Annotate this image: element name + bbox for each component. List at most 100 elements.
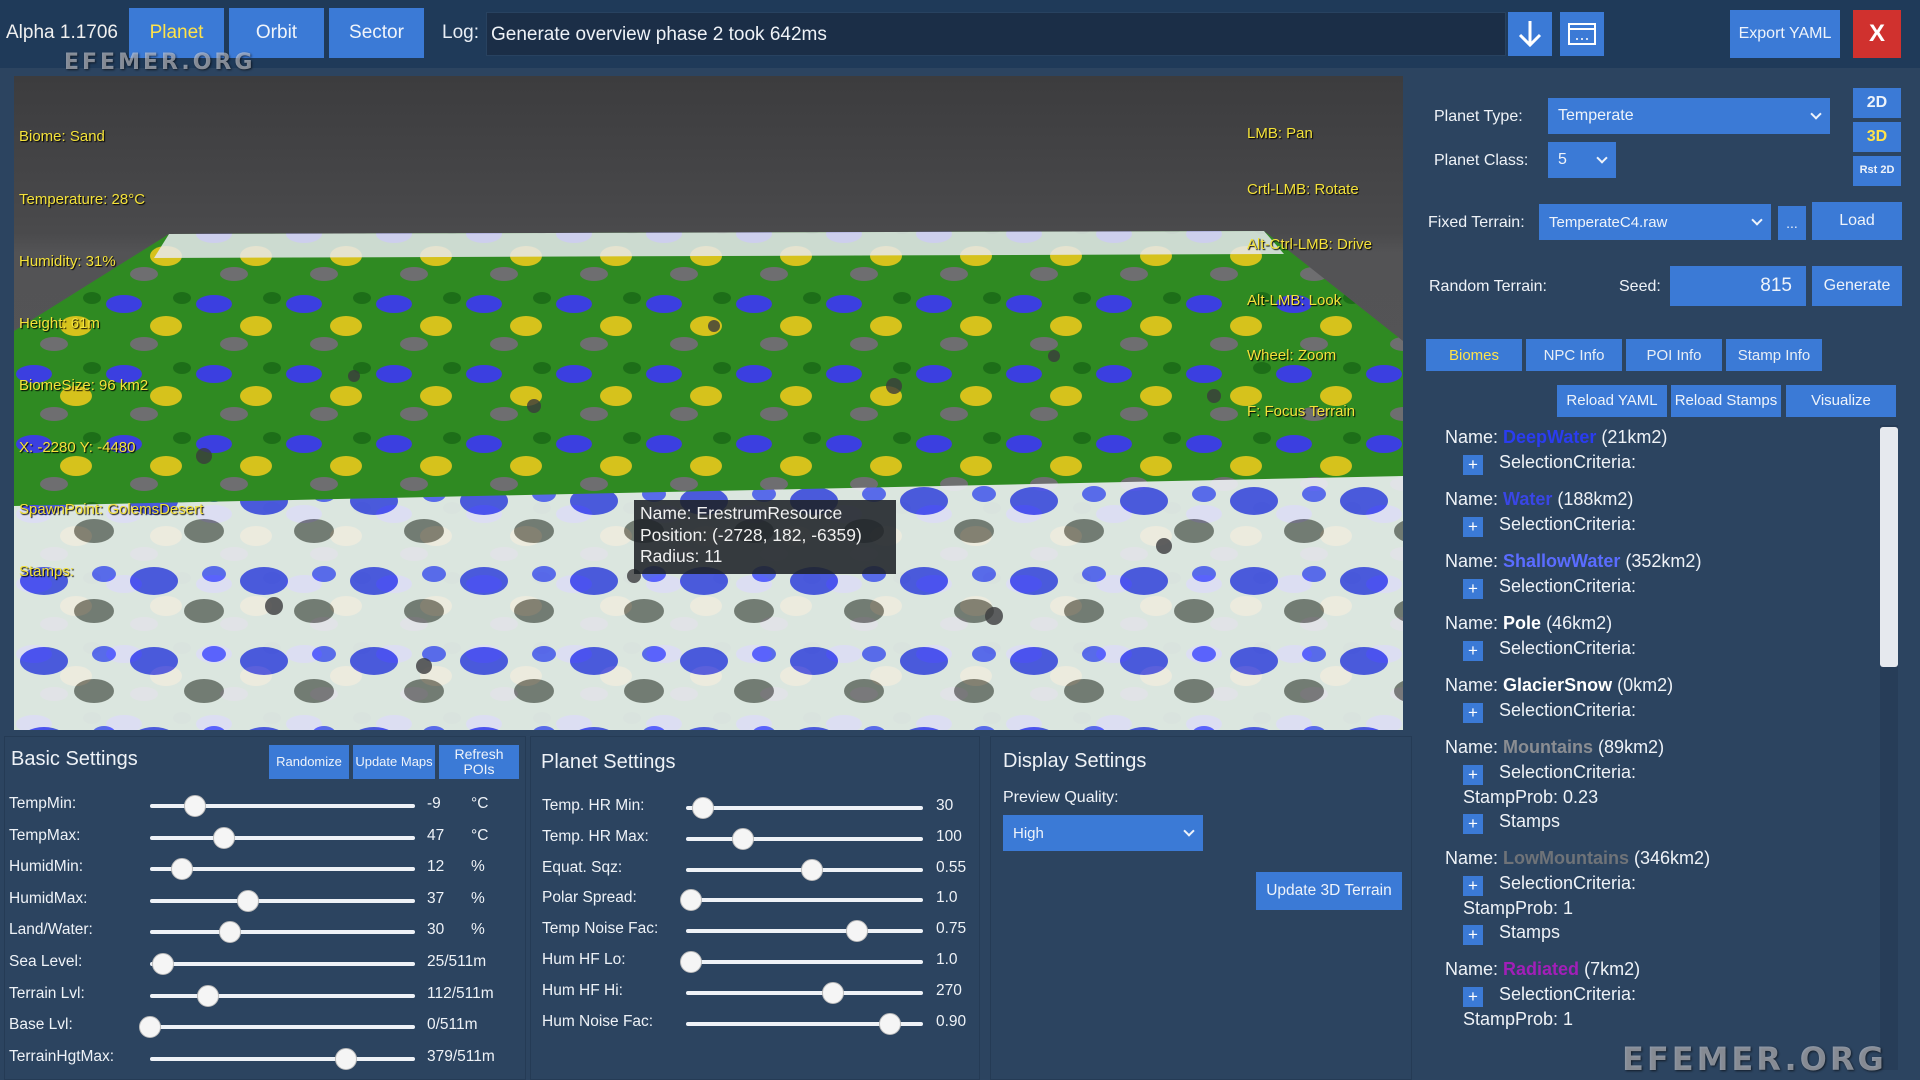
scrollbar-thumb[interactable] [1880, 427, 1898, 667]
generate-button[interactable]: Generate [1812, 266, 1902, 306]
slider-track[interactable] [150, 858, 415, 881]
biome-name: Water [1503, 489, 1553, 509]
slider-track[interactable] [150, 795, 415, 817]
slider-track[interactable] [686, 1012, 923, 1035]
expand-plus-icon[interactable]: + [1463, 925, 1483, 945]
expand-plus-icon[interactable]: + [1463, 814, 1483, 834]
expand-plus-icon[interactable]: + [1463, 987, 1483, 1007]
seed-input[interactable]: 815 [1670, 266, 1806, 306]
criteria-row[interactable]: + SelectionCriteria: [1463, 638, 1636, 661]
criteria-row[interactable]: + SelectionCriteria: [1463, 452, 1636, 475]
slider-handle[interactable] [691, 797, 714, 819]
reload-stamps-button[interactable]: Reload Stamps [1671, 385, 1781, 417]
slider-handle[interactable] [139, 1016, 161, 1039]
slider-track[interactable] [150, 889, 415, 912]
biome-list-scrollbar[interactable] [1880, 425, 1898, 1070]
planet-class-select[interactable]: 5 [1548, 142, 1616, 178]
criteria-row[interactable]: + SelectionCriteria: [1463, 700, 1636, 723]
slider-handle[interactable] [679, 889, 702, 912]
criteria-row[interactable]: + SelectionCriteria: [1463, 873, 1636, 896]
criteria-row[interactable]: + SelectionCriteria: [1463, 576, 1636, 599]
slider-value: 0.75 [936, 920, 967, 938]
slider-track[interactable] [150, 953, 415, 975]
biome-name: Pole [1503, 613, 1542, 633]
expand-plus-icon[interactable]: + [1463, 455, 1483, 475]
expand-plus-icon[interactable]: + [1463, 703, 1483, 723]
randomize-button[interactable]: Randomize [269, 745, 349, 779]
expand-plus-icon[interactable]: + [1463, 517, 1483, 537]
fixed-terrain-select[interactable]: TemperateC4.raw [1539, 204, 1771, 240]
visualize-button[interactable]: Visualize [1786, 385, 1896, 417]
slider-track[interactable] [150, 1047, 415, 1070]
view-2d-button[interactable]: 2D [1853, 88, 1901, 118]
update-3d-terrain-button[interactable]: Update 3D Terrain [1256, 872, 1402, 910]
slider-handle[interactable] [237, 889, 260, 912]
preview-quality-select[interactable]: High [1003, 815, 1203, 851]
slider-value: 30 [427, 921, 445, 939]
slider-track[interactable] [150, 921, 415, 944]
expand-plus-icon[interactable]: + [1463, 641, 1483, 661]
tab-biomes[interactable]: Biomes [1426, 339, 1522, 371]
criteria-label: SelectionCriteria: [1499, 700, 1637, 720]
slider-track[interactable] [686, 981, 923, 1004]
slider-track[interactable] [686, 858, 923, 881]
slider-track[interactable] [686, 797, 923, 819]
slider-handle[interactable] [184, 795, 207, 817]
expand-plus-icon[interactable]: + [1463, 765, 1483, 785]
slider-handle[interactable] [197, 984, 220, 1007]
planet-type-select[interactable]: Temperate [1548, 98, 1830, 134]
close-button[interactable]: X [1853, 10, 1901, 58]
slider-handle[interactable] [152, 953, 175, 975]
load-button[interactable]: Load [1812, 202, 1902, 240]
tab-stamp-info[interactable]: Stamp Info [1726, 339, 1822, 371]
view-3d-button[interactable]: 3D [1853, 122, 1901, 152]
control-rotate: Crtl-LMB: Rotate [1247, 180, 1359, 198]
stamp-prob: StampProb: 0.23 [1463, 787, 1599, 807]
display-settings-title: Display Settings [1003, 750, 1147, 772]
planet-settings-title: Planet Settings [541, 751, 676, 773]
criteria-row[interactable]: + SelectionCriteria: [1463, 762, 1636, 785]
slider-handle[interactable] [170, 858, 193, 881]
slider-handle[interactable] [731, 827, 754, 850]
slider-handle[interactable] [821, 981, 844, 1004]
stamps-row[interactable]: + Stamps [1463, 811, 1560, 834]
tab-sector[interactable]: Sector [329, 8, 424, 58]
tab-npc-info[interactable]: NPC Info [1526, 339, 1622, 371]
stamps-row[interactable]: + Stamps [1463, 922, 1560, 945]
slider-handle[interactable] [218, 921, 241, 944]
slider-handle[interactable] [213, 826, 236, 849]
log-label: Log: [442, 22, 479, 43]
export-yaml-button[interactable]: Export YAML [1730, 10, 1840, 58]
window-button[interactable] [1560, 12, 1604, 56]
criteria-row[interactable]: + SelectionCriteria: [1463, 984, 1636, 1007]
download-button[interactable] [1508, 12, 1552, 56]
criteria-label: SelectionCriteria: [1499, 873, 1637, 893]
refresh-pois-button[interactable]: Refresh POIs [439, 745, 519, 779]
slider-track[interactable] [150, 826, 415, 849]
reload-yaml-button[interactable]: Reload YAML [1557, 385, 1667, 417]
slider-track[interactable] [679, 889, 923, 912]
tab-poi-info[interactable]: POI Info [1626, 339, 1722, 371]
browse-button[interactable]: ... [1778, 206, 1806, 240]
slider-track[interactable] [679, 951, 923, 973]
stamp-prob: StampProb: 1 [1463, 1009, 1574, 1029]
slider-handle[interactable] [845, 920, 868, 943]
criteria-label: SelectionCriteria: [1499, 762, 1637, 782]
slider-track[interactable] [686, 920, 923, 943]
slider-handle[interactable] [679, 951, 702, 973]
expand-plus-icon[interactable]: + [1463, 579, 1483, 599]
expand-plus-icon[interactable]: + [1463, 876, 1483, 896]
biome-entry-lowmountains: Name: LowMountains (346km2) [1445, 848, 1710, 869]
slider-handle[interactable] [800, 858, 823, 881]
update-maps-button[interactable]: Update Maps [353, 745, 435, 779]
slider-track[interactable] [139, 1016, 415, 1039]
slider-track[interactable] [686, 827, 923, 850]
terrain-viewport[interactable]: Biome: Sand Temperature: 28°C Humidity: … [14, 76, 1403, 730]
slider-value: 12 [427, 858, 445, 876]
criteria-row[interactable]: + SelectionCriteria: [1463, 514, 1636, 537]
slider-track[interactable] [150, 984, 415, 1007]
reset-2d-button[interactable]: Rst 2D [1853, 156, 1901, 186]
info-coordinates: X: -2280 Y: -4480 [19, 438, 136, 456]
slider-handle[interactable] [335, 1047, 358, 1070]
slider-handle[interactable] [878, 1012, 901, 1035]
